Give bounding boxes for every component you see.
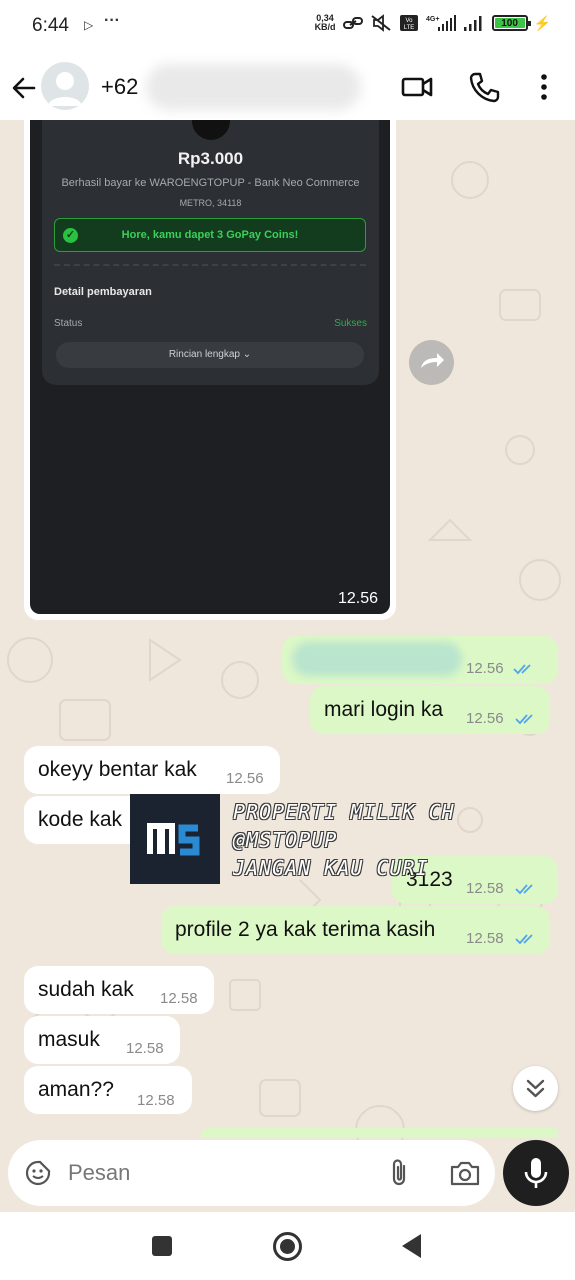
message-bubble-in[interactable]: okeyy bentar kak 12.56 [24,746,280,794]
receipt-description: Berhasil bayar ke WAROENGTOPUP - Bank Ne… [61,177,360,189]
video-call-icon[interactable] [400,70,434,104]
message-time: 12.58 [137,1092,175,1109]
receipt-divider [54,264,366,266]
status-bar: 6:44 ▷ ··· 0,34 KB/d Vo LTE 4G+ 100 ⚡ [0,0,575,56]
voice-call-icon[interactable] [467,70,501,104]
chat-header: +62 [0,56,575,120]
svg-text:4G+: 4G+ [426,16,439,23]
contact-name[interactable]: +62 [101,74,138,100]
payment-detail-label: Detail pembayaran [54,286,152,298]
message-bubble-out-partial [202,1128,558,1138]
message-time: 12.58 [126,1040,164,1057]
avatar[interactable] [41,62,89,110]
more-notifications-icon: ··· [104,12,120,29]
camera-icon[interactable] [449,1158,481,1188]
svg-text:Vo: Vo [405,18,413,24]
back-arrow-icon[interactable] [10,74,38,102]
forward-button[interactable] [409,340,454,385]
status-time: 6:44 [32,15,69,36]
watermark-line1: PROPERTI MILIK CH [233,800,455,824]
message-bubble-out[interactable]: mari login ka 12.56 [310,686,550,734]
message-bubble-in[interactable]: sudah kak 12.58 [24,966,214,1014]
message-time: 12.58 [160,990,198,1007]
read-ticks-icon [515,934,533,945]
system-nav-bar [0,1212,575,1280]
message-time: 12.56 [337,590,378,607]
status-label: Status [54,318,83,329]
attach-icon[interactable] [386,1158,414,1188]
image-message[interactable]: Rp3.000 Berhasil bayar ke WAROENGTOPUP -… [24,120,396,620]
double-chevron-down-icon [526,1079,545,1098]
recents-button[interactable] [152,1236,172,1256]
mute-icon [370,14,391,32]
receipt-screenshot[interactable]: Rp3.000 Berhasil bayar ke WAROENGTOPUP -… [30,120,390,614]
chat-area[interactable]: Rp3.000 Berhasil bayar ke WAROENGTOPUP -… [0,120,575,1212]
watermark-line2: @MSTOPUP [233,828,338,852]
forward-icon [421,353,444,368]
redacted-message [292,642,462,676]
read-ticks-icon [515,884,533,895]
message-bubble-out[interactable]: 12.56 [282,636,558,684]
read-ticks-icon [515,714,533,725]
home-button[interactable] [273,1232,302,1261]
message-time: 12.56 [226,770,264,787]
receipt-address: METRO, 34118 [179,198,242,208]
battery-icon: 100 [491,15,531,31]
message-bubble-out[interactable]: profile 2 ya kak terima kasih 12.58 [161,906,550,954]
message-time: 12.56 [466,710,504,727]
network-speed: 0,34 KB/d [314,13,336,32]
voice-record-button[interactable] [503,1140,569,1206]
message-input[interactable] [68,1158,368,1188]
message-bubble-in[interactable]: aman?? 12.58 [24,1066,192,1114]
more-options-icon[interactable] [527,70,561,104]
microphone-icon [524,1158,548,1188]
coins-banner: ✓ Hore, kamu dapet 3 GoPay Coins! [54,218,366,252]
svg-text:LTE: LTE [403,25,414,31]
message-time: 12.58 [466,930,504,947]
charging-icon: ⚡ [533,14,551,31]
redacted-contact-number [146,64,361,110]
volte-icon: VoLTE [399,15,418,31]
play-store-icon: ▷ [84,18,94,32]
read-ticks-icon [513,664,531,675]
back-button[interactable] [402,1234,421,1258]
message-bubble-in[interactable]: masuk 12.58 [24,1016,180,1064]
merchant-logo [192,120,230,140]
watermark-line3: JANGAN KAU CURI [233,856,429,880]
message-composer [8,1140,495,1206]
link-icon [342,17,363,29]
sticker-emoji-icon[interactable] [24,1159,52,1187]
scroll-down-button[interactable] [513,1066,558,1111]
signal-icon [463,16,482,31]
status-value: Sukses [334,318,367,329]
signal-4g-icon: 4G+ [426,15,456,31]
receipt-card: Rp3.000 Berhasil bayar ke WAROENGTOPUP -… [42,120,379,385]
watermark-logo [130,794,220,884]
details-button: Rincian lengkap ⌄ [56,342,364,368]
message-time: 12.56 [466,660,504,677]
receipt-amount: Rp3.000 [177,149,244,168]
message-time: 12.58 [466,880,504,897]
